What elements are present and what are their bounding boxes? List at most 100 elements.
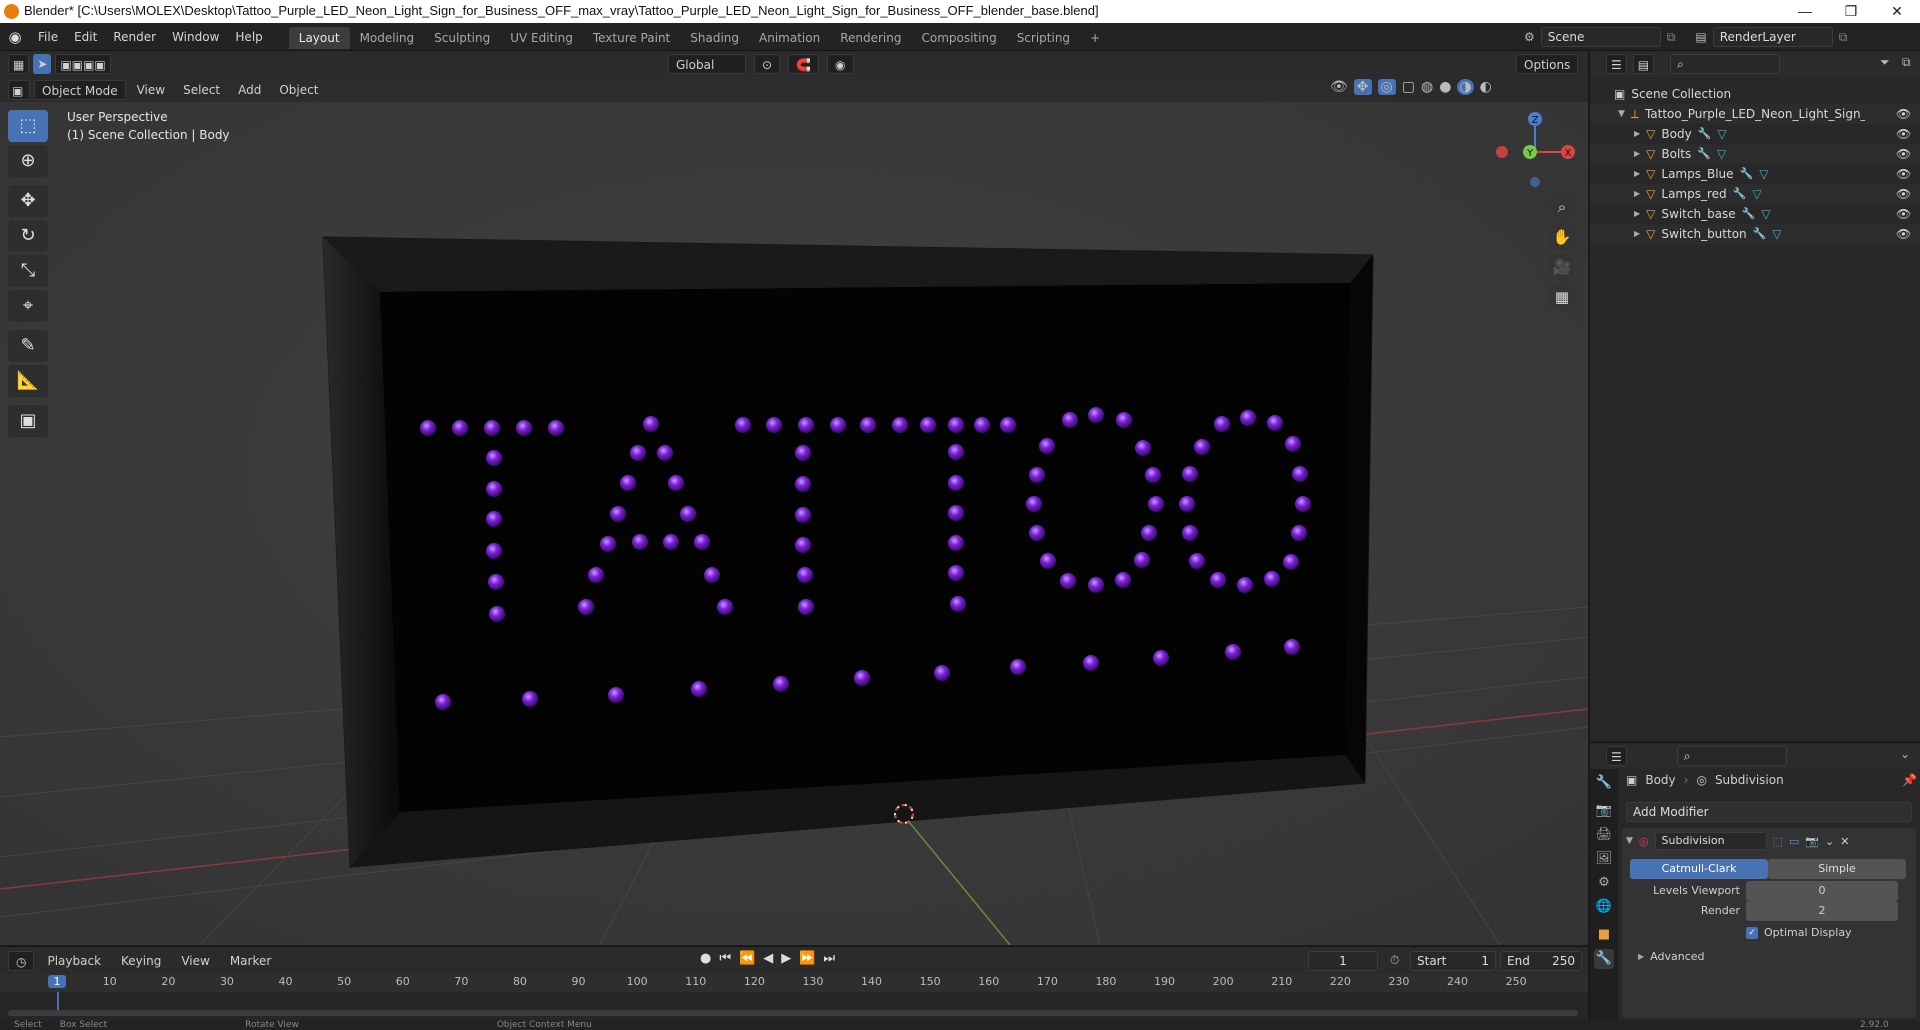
minimize-button[interactable]: — (1782, 0, 1828, 23)
menu-window[interactable]: Window (164, 23, 227, 51)
scene-copy-icon[interactable]: ⧉ (1667, 30, 1676, 45)
wireframe-shading-icon[interactable]: ◍ (1421, 79, 1433, 95)
filter-icon[interactable]: ⏷ (1880, 55, 1890, 70)
collapse-arrow-icon[interactable]: ▼ (1618, 104, 1625, 124)
pan-hand-icon[interactable]: ✋ (1548, 223, 1576, 251)
add-workspace-button[interactable]: + (1080, 27, 1110, 49)
outliner-item-bolts[interactable]: ▶ ▽ Bolts 🔧 ▽ 👁 (1590, 144, 1920, 164)
modifier-extra-icon[interactable]: ⌄ (1825, 835, 1834, 848)
menu-help[interactable]: Help (227, 23, 270, 51)
jump-end-icon[interactable]: ⏭ (823, 951, 835, 966)
tab-uv-editing[interactable]: UV Editing (500, 27, 583, 49)
mesh-data-icon[interactable]: ▽ (1752, 184, 1761, 204)
scene-field[interactable]: Scene (1540, 27, 1661, 47)
properties-options-icon[interactable]: ⌄ (1900, 747, 1910, 761)
scale-tool[interactable]: ⤡ (8, 255, 48, 287)
menu-file[interactable]: File (30, 23, 66, 51)
world-tab-icon[interactable]: 🌐 (1594, 897, 1614, 917)
menu-edit[interactable]: Edit (66, 23, 105, 51)
render-levels-field[interactable]: 2 (1746, 901, 1898, 921)
visibility-eye-icon[interactable]: 👁 (1896, 124, 1911, 144)
timeline-editor-icon[interactable]: ◷ (8, 950, 35, 971)
modifier-wrench-icon[interactable]: 🔧 (1753, 224, 1767, 244)
add-cube-tool[interactable]: ▣ (8, 405, 48, 437)
tab-texture-paint[interactable]: Texture Paint (583, 27, 680, 49)
menu-render[interactable]: Render (105, 23, 164, 51)
mesh-data-icon[interactable]: ▽ (1772, 224, 1781, 244)
tab-modeling[interactable]: Modeling (350, 27, 425, 49)
close-button[interactable]: ✕ (1874, 0, 1920, 23)
3d-viewport[interactable]: ▣ Object Mode View Select Add Object 👁 ✥… (0, 77, 1588, 945)
mesh-data-icon[interactable]: ▽ (1759, 164, 1768, 184)
modifier-name-field[interactable]: Subdivision (1654, 832, 1767, 850)
expand-arrow-icon[interactable]: ▶ (1634, 184, 1640, 204)
timeline-menu-keying[interactable]: Keying (114, 951, 168, 971)
play-reverse-icon[interactable]: ◀ (763, 951, 773, 966)
object-mode-dropdown[interactable]: Object Mode (34, 79, 126, 100)
viewport-menu-select[interactable]: Select (176, 80, 227, 100)
select-box-tool[interactable]: ⬚ (8, 110, 48, 142)
visibility-eye-icon[interactable]: 👁 (1896, 204, 1911, 224)
outliner-item-switch-button[interactable]: ▶ ▽ Switch_button 🔧 ▽ 👁 (1590, 224, 1920, 244)
maximize-button[interactable]: ❐ (1828, 0, 1874, 23)
tab-animation[interactable]: Animation (749, 27, 830, 49)
options-dropdown[interactable]: Options (1516, 54, 1579, 74)
new-collection-icon[interactable]: ⧉ (1902, 55, 1911, 70)
levels-viewport-field[interactable]: 0 (1746, 881, 1898, 901)
expand-arrow-icon[interactable]: ▶ (1634, 224, 1640, 244)
viewport-menu-add[interactable]: Add (231, 80, 268, 100)
mesh-data-icon[interactable]: ▽ (1717, 124, 1726, 144)
properties-editor-icon[interactable]: ☰ (1606, 746, 1627, 766)
pin-icon[interactable]: 📌 (1902, 773, 1917, 787)
end-frame-field[interactable]: End 250 (1500, 951, 1582, 971)
add-modifier-dropdown[interactable]: Add Modifier (1626, 802, 1912, 822)
visibility-icon[interactable]: 👁 (1330, 79, 1348, 95)
scene-tab-icon[interactable]: ⚙ (1594, 873, 1614, 893)
outliner-item-lamps-red[interactable]: ▶ ▽ Lamps_red 🔧 ▽ 👁 (1590, 184, 1920, 204)
visibility-eye-icon[interactable]: 👁 (1896, 224, 1911, 244)
blender-menu-icon[interactable]: ◉ (0, 28, 30, 46)
viewport-menu-object[interactable]: Object (272, 80, 325, 100)
expand-arrow-icon[interactable]: ▶ (1634, 164, 1640, 184)
visibility-eye-icon[interactable]: 👁 (1896, 144, 1911, 164)
tab-shading[interactable]: Shading (680, 27, 749, 49)
play-icon[interactable]: ▶ (781, 951, 791, 966)
prev-keyframe-icon[interactable]: ⏪ (739, 951, 755, 966)
visibility-eye-icon[interactable]: 👁 (1896, 104, 1911, 124)
selection-mode-icons[interactable]: ▣▣▣▣ (55, 54, 111, 74)
tool-tab-icon[interactable]: 🔧 (1594, 773, 1614, 793)
stopwatch-icon[interactable]: ⏱ (1390, 953, 1399, 968)
timeline-area[interactable]: 1 10 20 30 40 50 60 70 80 90 100 110 120 130 140 150 160… (0, 974, 1588, 1020)
output-tab-icon[interactable]: 🖨 (1594, 825, 1614, 845)
timeline-menu-playback[interactable]: Playback (40, 951, 108, 971)
render-layer-copy-icon[interactable]: ⧉ (1839, 30, 1848, 45)
render-layer-icon[interactable]: ▤ (1695, 30, 1706, 44)
collection-row[interactable]: ▼ ⟂ Tattoo_Purple_LED_Neon_Light_Sign_fo… (1590, 104, 1920, 124)
record-icon[interactable]: ● (700, 951, 711, 966)
outliner-item-switch-base[interactable]: ▶ ▽ Switch_base 🔧 ▽ 👁 (1590, 204, 1920, 224)
rendered-shading-icon[interactable]: ◐ (1480, 79, 1492, 95)
next-keyframe-icon[interactable]: ⏩ (799, 951, 815, 966)
modifier-wrench-icon[interactable]: 🔧 (1698, 124, 1712, 144)
cursor-tool[interactable]: ⊕ (8, 145, 48, 177)
zoom-icon[interactable]: ⌕ (1548, 193, 1576, 221)
material-shading-icon[interactable]: ◑ (1457, 79, 1474, 95)
outliner-editor-icon[interactable]: ☰ (1606, 54, 1627, 74)
modifier-wrench-icon[interactable]: 🔧 (1697, 144, 1711, 164)
gizmo-neg-x-axis[interactable] (1496, 146, 1508, 158)
modifier-tab-icon[interactable]: 🔧 (1594, 949, 1614, 969)
proportional-edit-icon[interactable]: ◉ (827, 54, 854, 74)
timeline-scrollbar[interactable] (8, 1010, 1578, 1016)
viewport-toggle-icon[interactable]: ▭ (1789, 835, 1799, 848)
editor-mode-icon[interactable]: ▦ (8, 54, 30, 74)
annotate-tool[interactable]: ✎ (8, 330, 48, 362)
simple-button[interactable]: Simple (1768, 859, 1906, 879)
rotate-tool[interactable]: ↻ (8, 220, 48, 252)
gizmo-neg-z-axis[interactable] (1530, 177, 1540, 187)
edit-mode-toggle-icon[interactable]: ⬚ (1773, 835, 1783, 848)
timeline-menu-view[interactable]: View (174, 951, 216, 971)
jump-start-icon[interactable]: ⏮ (719, 951, 731, 966)
scene-icon[interactable]: ⚙ (1524, 30, 1535, 44)
measure-tool[interactable]: 📐 (8, 365, 48, 397)
outliner-item-body[interactable]: ▶ ▽ Body 🔧 ▽ 👁 (1590, 124, 1920, 144)
